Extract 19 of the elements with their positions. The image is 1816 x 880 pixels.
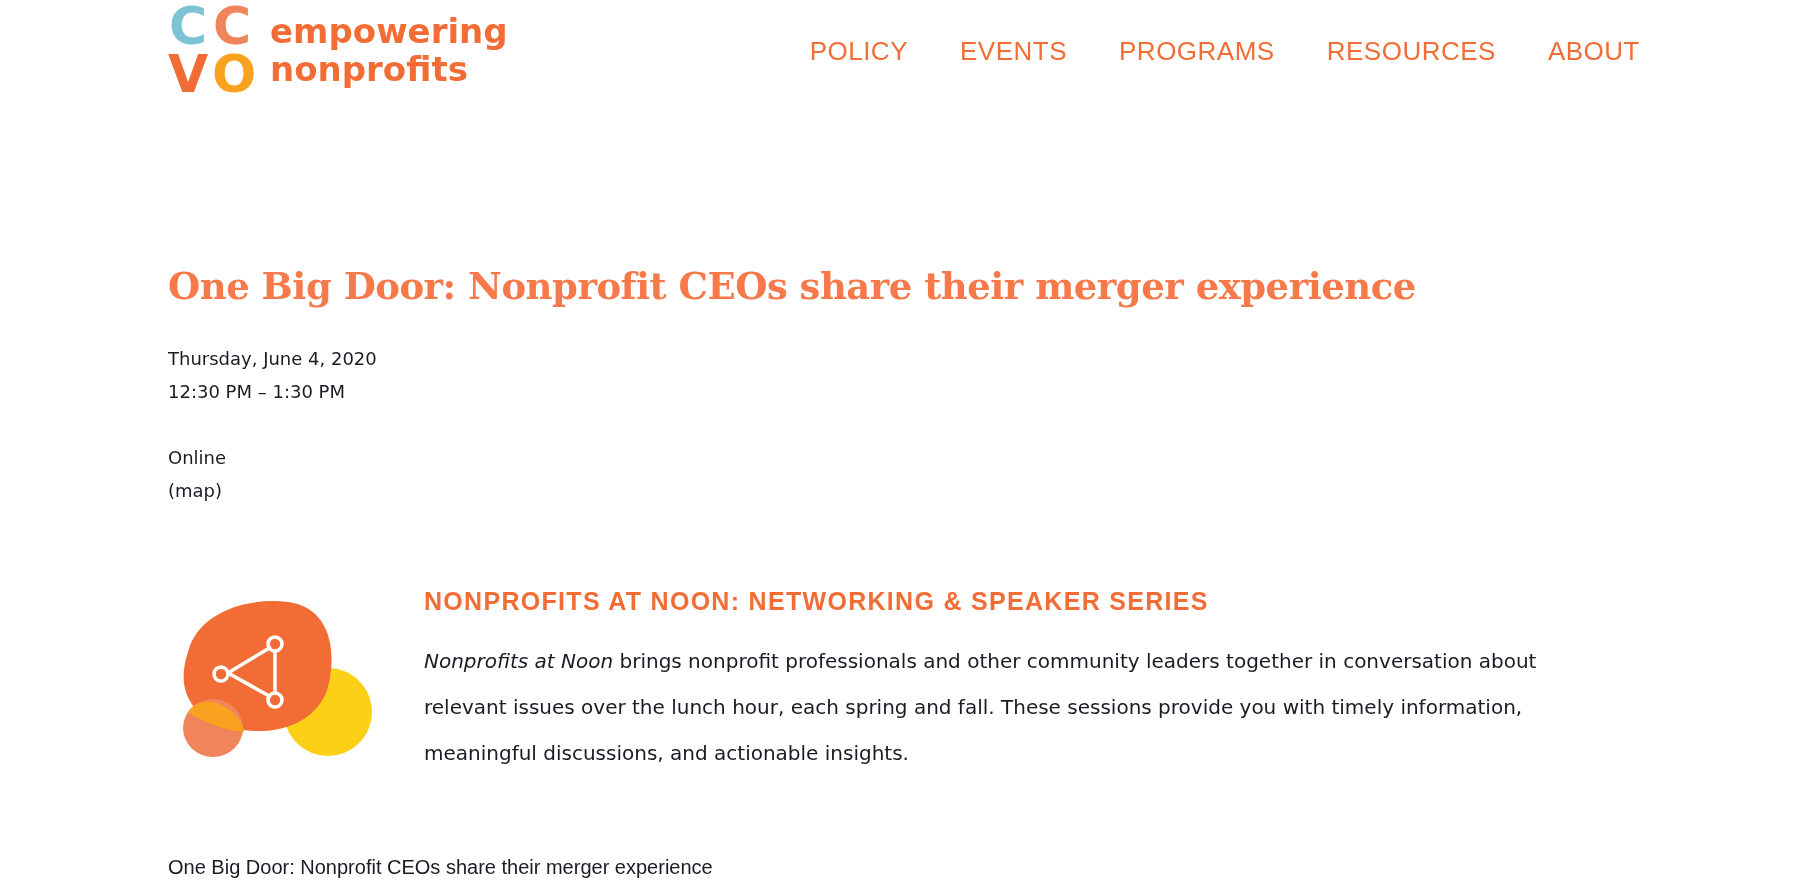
logo-tagline: nonprofits: [270, 50, 468, 88]
nav-link[interactable]: PROGRAMS: [1119, 36, 1275, 67]
series-heading: NONPROFITS AT NOON: NETWORKING & SPEAKER SERIES: [424, 587, 1210, 616]
map-link[interactable]: (map): [168, 474, 223, 507]
event-subheading: One Big Door: Nonprofit CEOs share their merger experience: [168, 856, 714, 879]
nav-link[interactable]: ABOUT: [1547, 36, 1640, 67]
logo-letter: C: [212, 2, 252, 50]
series-description: Nonprofits at Noon brings nonprofit professionals and other community leaders together in conversation about relevant issues over the lunch hour, each spring and fall. These sessions provide you with timely information, meaningful discussions, and actionable insights.: [424, 648, 1538, 767]
logo-letter: O: [212, 50, 252, 98]
event-time: 12:30 PM – 1:30 PM: [168, 380, 346, 404]
event-date: Thursday, June 4, 2020: [168, 347, 378, 371]
logo-tagline: empowering: [270, 12, 508, 50]
nav-link[interactable]: EVENTS: [960, 36, 1068, 67]
nav-link[interactable]: RESOURCES: [1326, 36, 1496, 67]
event-title: One Big Door: Nonprofit CEOs share their merger experience: [168, 264, 1417, 308]
logo-letter: V: [168, 50, 208, 98]
event-location: Online: [168, 446, 228, 470]
nav-link[interactable]: POLICY: [809, 36, 908, 67]
logo-letter: C: [168, 2, 208, 50]
